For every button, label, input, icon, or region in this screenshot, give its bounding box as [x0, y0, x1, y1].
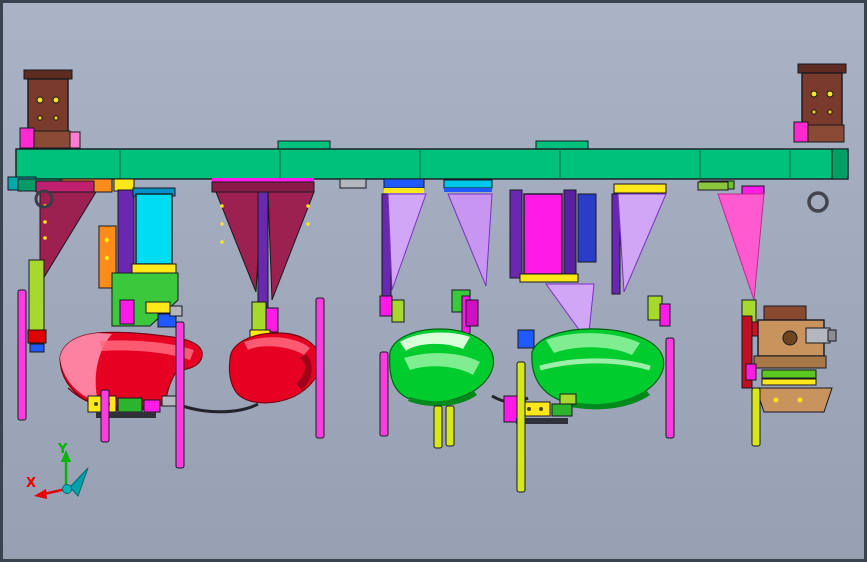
station2-purple-plate	[117, 189, 135, 275]
right-bracket-cap	[797, 63, 847, 74]
station3-purple-plate	[257, 191, 269, 309]
hw-gray-block	[161, 395, 177, 407]
right-bracket-body[interactable]	[801, 72, 843, 128]
clamp-hole	[782, 330, 798, 346]
station1-blue-block	[29, 343, 45, 353]
station6-blue-block	[517, 329, 535, 349]
pin-lime-1[interactable]	[433, 405, 443, 449]
station8-magenta-cap	[741, 185, 765, 195]
pin-lime-2[interactable]	[445, 405, 455, 447]
station7-magenta-block	[659, 303, 671, 327]
station2-magenta-block	[119, 299, 135, 325]
right-bracket-base	[807, 124, 845, 143]
station3-header	[211, 181, 315, 193]
pin-pink-2[interactable]	[100, 389, 110, 443]
station3-magenta-block	[265, 307, 279, 333]
origin-sphere	[62, 484, 72, 494]
left-bracket-base	[33, 130, 71, 149]
station8-lime-strip	[697, 181, 729, 191]
pin-pink-4[interactable]	[315, 297, 325, 439]
clamp-yellow-rail	[761, 378, 817, 386]
clamp-tan-lower	[753, 355, 827, 369]
left-bracket-base-pink	[69, 131, 81, 149]
pin-pink-3[interactable]	[175, 321, 185, 469]
station5-magenta-block	[465, 299, 479, 327]
station2-yellow-flange	[131, 263, 177, 274]
clamp-magenta-block	[745, 363, 757, 381]
station6-indigo-block	[577, 193, 597, 263]
pin-lime-3[interactable]	[516, 361, 526, 493]
station7-yellow-cap	[613, 183, 667, 194]
left-bracket-base-magenta	[19, 127, 35, 149]
station2-yellow-block	[145, 301, 171, 314]
station2-gray-block	[169, 305, 183, 317]
cad-viewport[interactable]: Y X	[0, 0, 867, 562]
station6-yellow-flange	[519, 273, 579, 283]
clamp-gray-cap	[827, 329, 837, 342]
station5-blue-strip	[444, 188, 492, 192]
station5-cyan-cap	[443, 179, 493, 189]
station3-lime-block	[251, 301, 267, 331]
y-axis-label: Y	[57, 442, 68, 457]
station6-purple-plate-right	[563, 189, 577, 279]
left-bracket-body[interactable]	[27, 78, 69, 134]
station1-red-block	[27, 329, 47, 344]
right-lift-bracket[interactable]	[793, 63, 847, 143]
pin-lime-4[interactable]	[751, 387, 761, 447]
cyan-cylinder[interactable]	[135, 193, 173, 265]
hw-green-block	[117, 397, 143, 413]
hw-magenta-block	[503, 395, 519, 423]
pin-pink-1[interactable]	[17, 289, 27, 421]
pin-pink-5[interactable]	[379, 351, 389, 437]
main-beam[interactable]	[15, 148, 849, 180]
hw-lime-block	[559, 393, 577, 405]
right-bracket-base-magenta	[793, 121, 809, 143]
magenta-cylinder[interactable]	[523, 193, 563, 275]
beam-end-cap-right	[831, 148, 849, 180]
pin-pink-6[interactable]	[665, 337, 675, 439]
clamp-lime-rail	[761, 369, 817, 379]
station4-lime-block	[391, 299, 405, 323]
station4-yellow-strip	[384, 188, 424, 193]
clamp-base-plate	[755, 387, 833, 413]
left-bracket-cap	[23, 69, 73, 80]
x-axis-label: X	[26, 476, 36, 491]
hw-magenta-block	[143, 399, 161, 413]
station6-purple-plate-left	[509, 189, 523, 279]
station3-magenta-line	[212, 178, 314, 182]
station1-lime-plate	[28, 259, 45, 331]
clamp-gray-cylinder	[805, 327, 831, 344]
station4-magenta-block	[379, 295, 393, 317]
station4-blue-cap	[383, 178, 425, 189]
hw-green-block	[551, 403, 573, 417]
clamp-brown-top	[763, 305, 807, 321]
